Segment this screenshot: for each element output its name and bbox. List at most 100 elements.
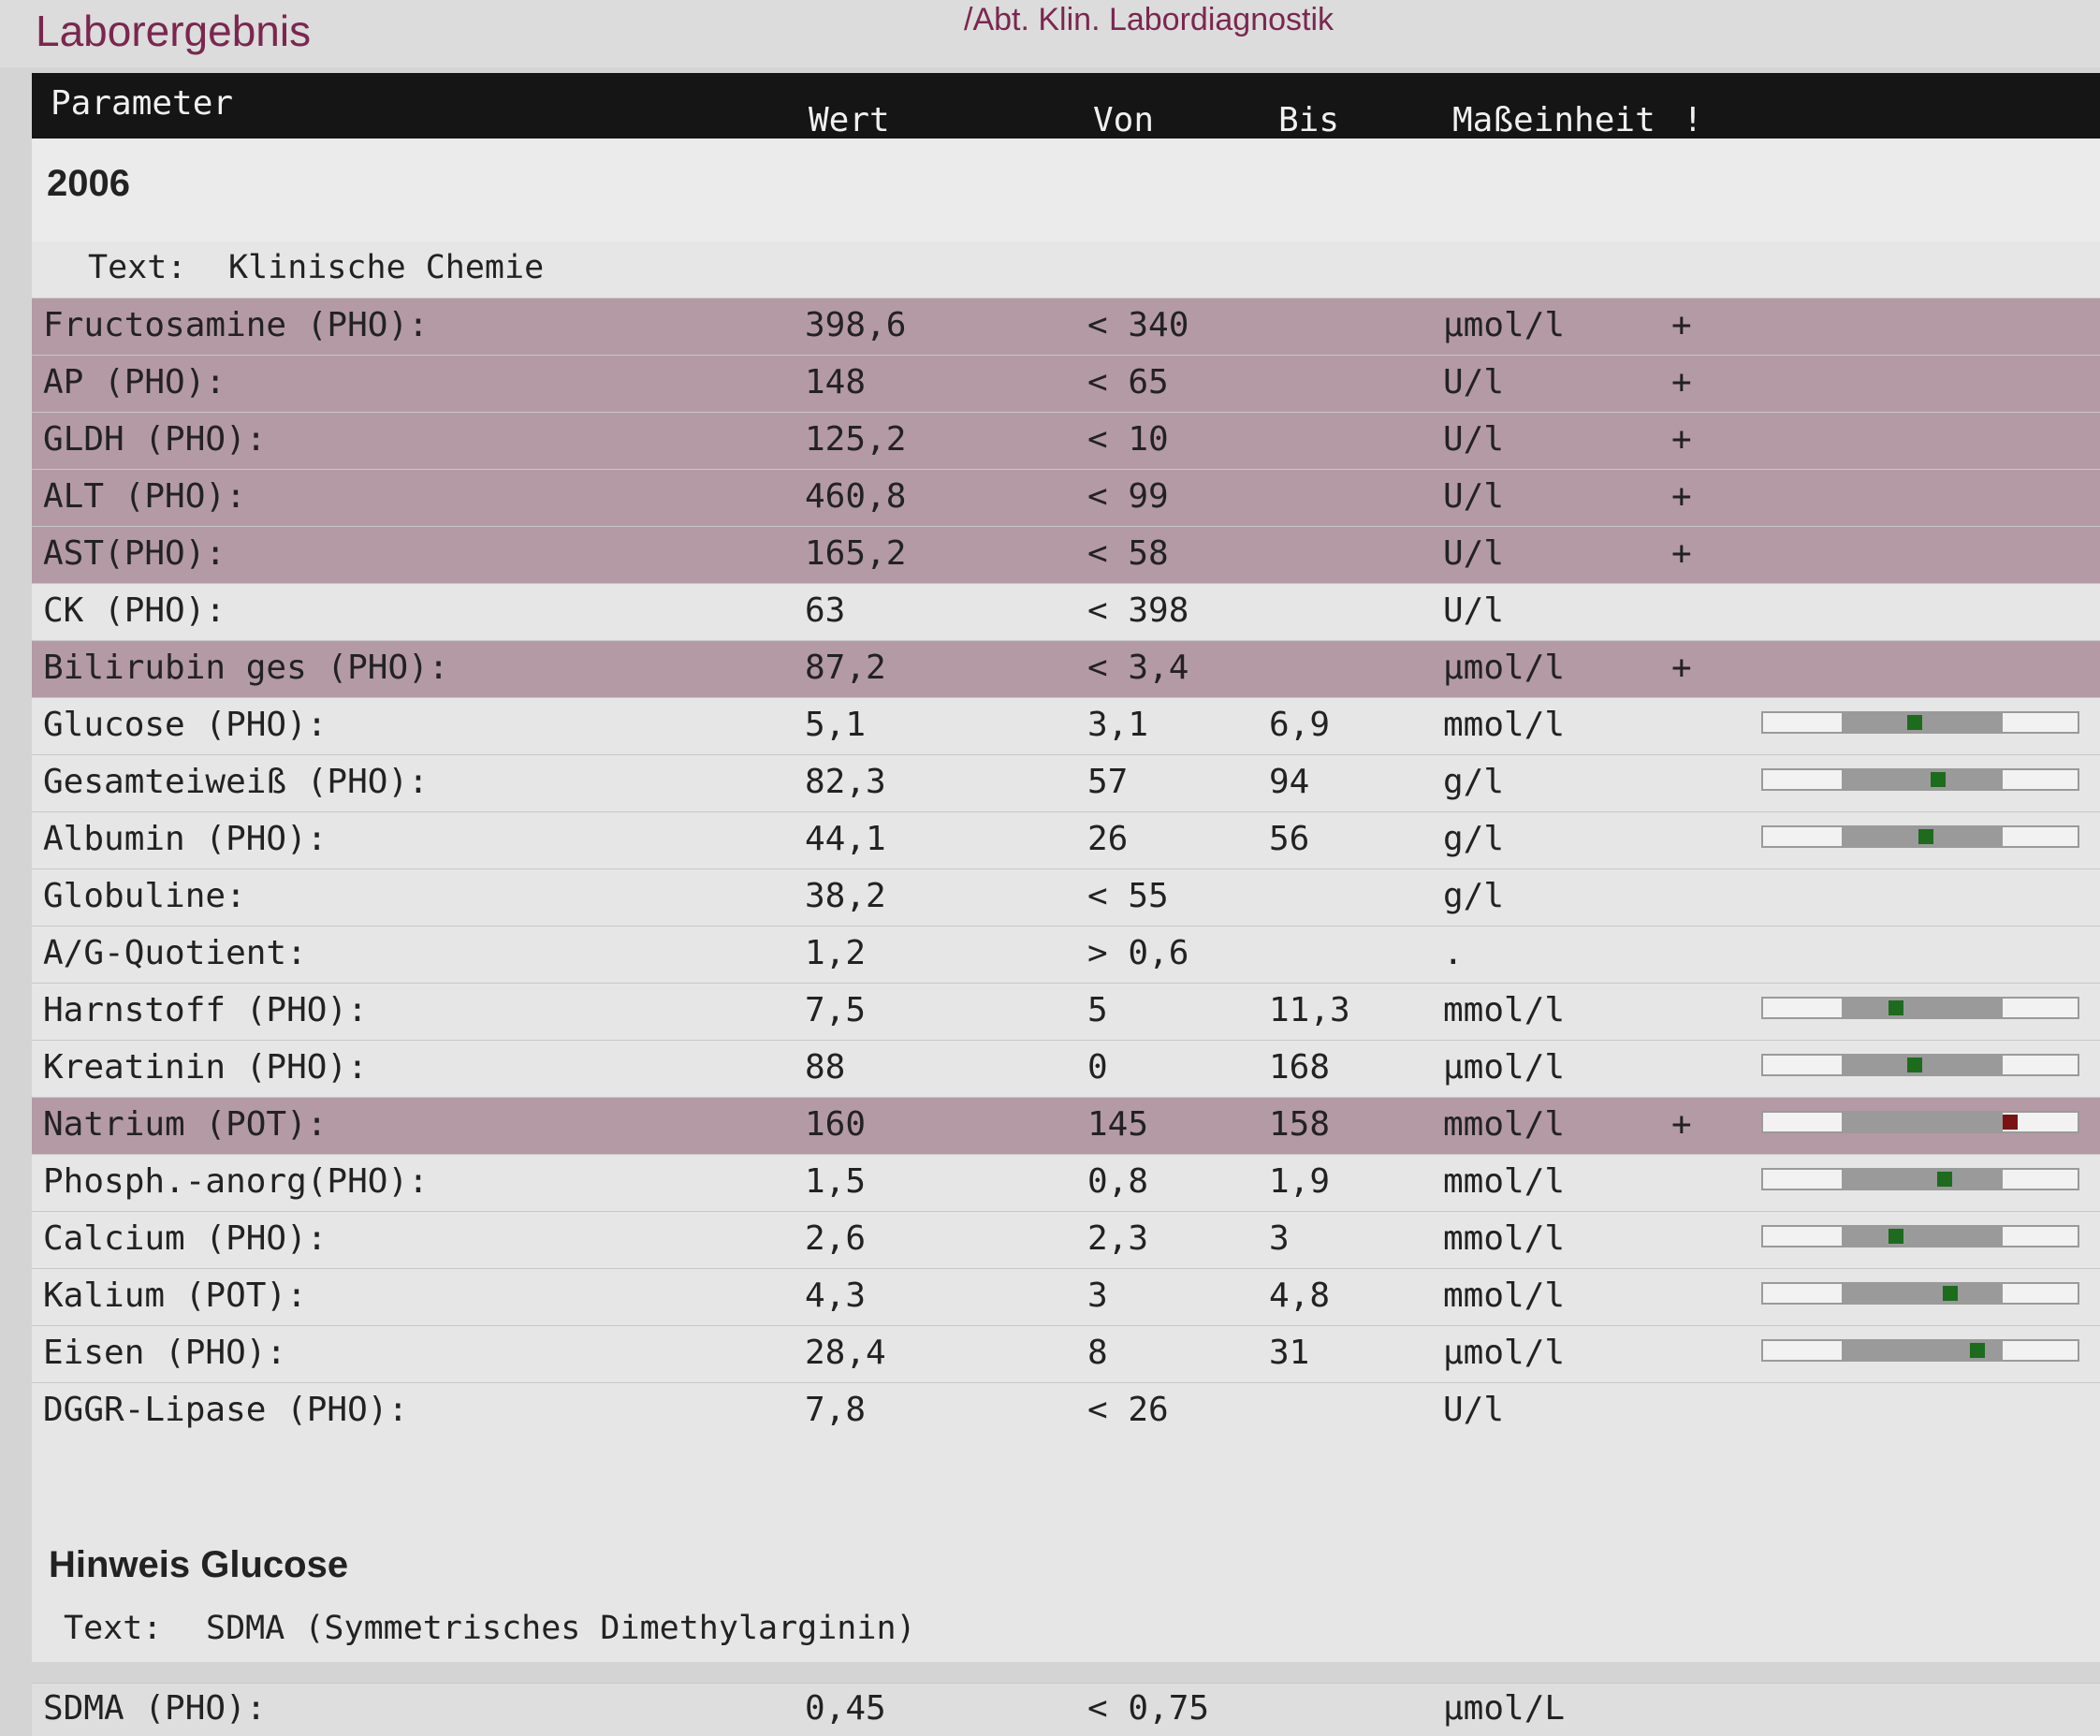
table-row[interactable]: A/G-Quotient: 1,2 > 0,6. [32,926,2100,983]
row-unit: mmol/l [1443,1162,1566,1201]
row-flag: + [1671,363,1692,401]
table-row[interactable]: Glucose (PHO): 5,1 3,1 6,9 mmol/l [32,697,2100,754]
row-name: GLDH (PHO): [43,420,267,459]
row-name: Gesamteiweiß (PHO): [43,763,429,801]
row-von: 8 [1087,1334,1108,1372]
row-von: < 55 [1087,877,1169,915]
header-wert[interactable]: Wert [809,101,890,139]
row-bis: 56 [1269,820,1310,858]
year-group-row[interactable] [32,139,2100,241]
header-parameter[interactable]: Parameter [51,84,233,123]
row-von: < 58 [1087,534,1169,573]
row-unit: g/l [1443,820,1505,858]
row-name: Kalium (POT): [43,1276,307,1315]
row-wert: 165,2 [805,534,907,573]
table-row[interactable]: Globuline: 38,2 < 55 g/l [32,868,2100,926]
table-row[interactable]: Fructosamine (PHO): 398,6 < 340 µmol/l + [32,298,2100,355]
row-wert: 148 [805,363,867,401]
row-wert: 28,4 [805,1334,886,1372]
reference-range-gauge [1761,1168,2079,1190]
hinweis-glucose-heading: Hinweis Glucose [49,1544,349,1585]
row-von: 0 [1087,1048,1108,1087]
row-von: 3,1 [1087,706,1149,744]
table-row[interactable]: GLDH (PHO): 125,2 < 10 U/l + [32,412,2100,469]
row-von: < 99 [1087,477,1169,516]
lab-result-panel: Parameter Wert Von Bis Maßeinheit ! 2006… [32,73,2100,1736]
gauge-marker [1937,1172,1952,1187]
header-unit[interactable]: Maßeinheit [1452,101,1655,139]
row-name: AST(PHO): [43,534,226,573]
row-unit: µmol/l [1443,1334,1566,1372]
row-name: Eisen (PHO): [43,1334,287,1372]
table-row[interactable]: AST(PHO): 165,2 < 58 U/l + [32,526,2100,583]
gauge-marker [1918,829,1933,844]
row-name: Albumin (PHO): [43,820,328,858]
row-name: SDMA (PHO): [43,1689,267,1728]
table-row-sdma[interactable]: SDMA (PHO): 0,45 < 0,75 µmol/L [32,1683,2100,1736]
header-flag[interactable]: ! [1683,101,1703,139]
row-unit: . [1443,934,1464,972]
header-von[interactable]: Von [1093,101,1154,139]
reference-range-gauge [1761,1282,2079,1305]
table-row[interactable]: Kalium (POT): 4,3 3 4,8 mmol/l [32,1268,2100,1325]
table-row[interactable]: Harnstoff (PHO): 7,5 5 11,3 mmol/l [32,983,2100,1040]
table-row[interactable]: CK (PHO): 63 < 398 U/l [32,583,2100,640]
row-von: 26 [1087,820,1129,858]
row-wert: 160 [805,1105,867,1144]
window-title: Laborergebnis [36,7,312,55]
row-name: ALT (PHO): [43,477,246,516]
table-row[interactable]: AP (PHO): 148 < 65 U/l + [32,355,2100,412]
row-wert: 125,2 [805,420,907,459]
row-unit: mmol/l [1443,1276,1566,1315]
row-von: 2,3 [1087,1219,1149,1258]
table-row[interactable]: ALT (PHO): 460,8 < 99 U/l + [32,469,2100,526]
header-bis[interactable]: Bis [1278,101,1339,139]
row-wert: 87,2 [805,649,886,687]
department-label: /Abt. Klin. Labordiagnostik [964,2,1334,37]
row-wert: 0,45 [805,1689,886,1728]
table-row[interactable]: DGGR-Lipase (PHO): 7,8 < 26 U/l [32,1382,2100,1439]
table-row[interactable]: Bilirubin ges (PHO): 87,2 < 3,4 µmol/l + [32,640,2100,697]
gauge-normal-range [1842,713,2003,732]
title-bar: Laborergebnis /Abt. Klin. Labordiagnosti… [0,0,2100,67]
reference-range-gauge [1761,1111,2079,1133]
row-wert: 82,3 [805,763,886,801]
reference-range-gauge [1761,825,2079,848]
table-row[interactable]: Albumin (PHO): 44,1 26 56 g/l [32,811,2100,868]
row-wert: 88 [805,1048,846,1087]
row-unit: mmol/l [1443,991,1566,1029]
row-bis: 168 [1269,1048,1331,1087]
row-unit: µmol/l [1443,306,1566,344]
row-von: 57 [1087,763,1129,801]
row-flag: + [1671,477,1692,516]
table-row[interactable]: Gesamteiweiß (PHO): 82,3 57 94 g/l [32,754,2100,811]
row-unit: mmol/l [1443,706,1566,744]
row-wert: 460,8 [805,477,907,516]
row-bis: 158 [1269,1105,1331,1144]
row-bis: 3 [1269,1219,1290,1258]
row-unit: g/l [1443,763,1505,801]
gauge-normal-range [1842,1056,2003,1074]
table-row[interactable]: Phosph.-anorg(PHO): 1,5 0,8 1,9 mmol/l [32,1154,2100,1211]
table-row[interactable]: Calcium (PHO): 2,6 2,3 3 mmol/l [32,1211,2100,1268]
reference-range-gauge [1761,711,2079,734]
row-unit: U/l [1443,420,1505,459]
row-wert: 7,8 [805,1391,867,1429]
gauge-marker [1931,772,1946,787]
row-von: < 340 [1087,306,1189,344]
table-row[interactable]: Kreatinin (PHO): 88 0 168 µmol/l [32,1040,2100,1097]
row-name: Fructosamine (PHO): [43,306,429,344]
row-unit: µmol/l [1443,649,1566,687]
row-flag: + [1671,420,1692,459]
row-von: > 0,6 [1087,934,1189,972]
row-bis: 31 [1269,1334,1310,1372]
table-row[interactable]: Eisen (PHO): 28,4 8 31 µmol/l [32,1325,2100,1382]
row-von: < 0,75 [1087,1689,1210,1728]
table-row[interactable]: Natrium (POT): 160 145 158 mmol/l + [32,1097,2100,1154]
row-bis: 4,8 [1269,1276,1331,1315]
row-bis: 6,9 [1269,706,1331,744]
section-text-label: Text: [88,249,187,286]
sdma-text-value: SDMA (Symmetrisches Dimethylarginin) [206,1610,916,1647]
row-name: DGGR-Lipase (PHO): [43,1391,409,1429]
gauge-normal-range [1842,999,2003,1017]
